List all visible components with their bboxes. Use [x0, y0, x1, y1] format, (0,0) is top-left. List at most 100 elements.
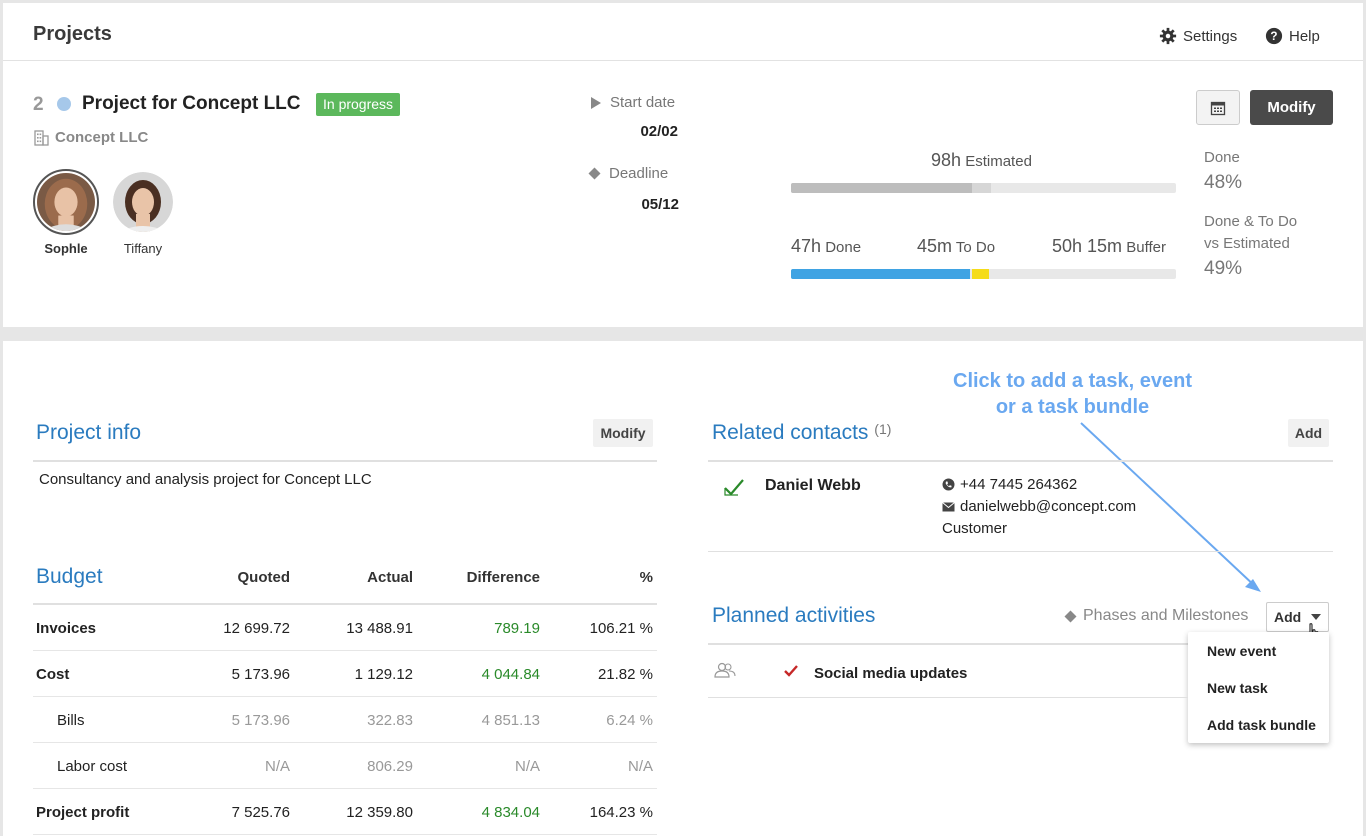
related-contacts-title: Related contacts (1)	[712, 421, 891, 445]
estimated-label: Estimated	[965, 153, 1032, 170]
add-activity-label: Add	[1274, 609, 1302, 625]
estimated-metric: 98h Estimated	[931, 150, 1032, 171]
done-bar-fill	[791, 269, 970, 279]
add-contact-button[interactable]: Add	[1288, 419, 1329, 447]
project-number: 2	[33, 94, 44, 115]
diamond-icon	[1064, 610, 1077, 622]
avatar-image	[37, 173, 95, 231]
contact-name[interactable]: Daniel Webb	[765, 477, 861, 495]
done-todo-label-1: Done & To Do	[1204, 213, 1298, 230]
row-actual: 1 129.12	[354, 666, 413, 683]
todo-metric: 45m To Do	[917, 236, 995, 257]
avatar-sophle[interactable]	[33, 169, 99, 235]
help-link[interactable]: ? Help	[1265, 27, 1320, 45]
phases-label: Phases and Milestones	[1083, 607, 1249, 624]
menu-add-task-bundle[interactable]: Add task bundle	[1207, 717, 1316, 733]
row-actual: 12 359.80	[346, 804, 413, 821]
check-red-icon	[784, 665, 798, 677]
envelope-icon	[942, 501, 955, 511]
settings-label: Settings	[1183, 27, 1238, 45]
avatar-name: Tiffany	[123, 241, 163, 256]
project-color-dot	[57, 97, 71, 111]
budget-col-actual: Actual	[367, 569, 413, 586]
activity-name[interactable]: Social media updates	[814, 665, 967, 682]
budget-row-project-profit: Project profit 7 525.76 12 359.80 4 834.…	[33, 789, 657, 835]
project-name[interactable]: Project for Concept LLC	[82, 93, 301, 115]
section-divider	[0, 327, 1366, 341]
page-title: Projects	[33, 23, 112, 45]
status-badge[interactable]: In progress	[316, 93, 401, 116]
row-actual: 322.83	[367, 712, 413, 729]
todo-bar-fill	[972, 269, 989, 279]
settings-link[interactable]: Settings	[1159, 27, 1237, 45]
avatar-tiffany[interactable]	[113, 172, 173, 232]
related-contacts-label: Related contacts	[712, 421, 869, 444]
project-info-modify-button[interactable]: Modify	[593, 419, 653, 447]
callout-line-2: or a task bundle	[995, 396, 1150, 418]
deadline-text: Deadline	[609, 165, 669, 182]
work-progress-bar	[791, 269, 1176, 279]
deadline-value: 05/12	[641, 196, 679, 213]
estimated-bar-buffer	[972, 183, 991, 193]
users-icon	[714, 662, 736, 678]
row-label: Project profit	[36, 804, 130, 821]
row-difference: 789.19	[494, 620, 540, 637]
add-activity-menu: New event New task Add task bundle	[1188, 632, 1329, 743]
estimated-progress-bar	[791, 183, 1176, 193]
row-label: Bills	[57, 712, 85, 729]
budget-col-quoted: Quoted	[237, 569, 291, 586]
budget-row-labor-cost: Labor cost N/A 806.29 N/A N/A	[33, 743, 657, 789]
row-pct: 106.21 %	[589, 620, 653, 637]
svg-text:?: ?	[1270, 30, 1277, 43]
row-difference: 4 851.13	[481, 712, 540, 729]
row-quoted: 7 525.76	[231, 804, 290, 821]
estimated-bar-fill	[791, 183, 972, 193]
project-description: Consultancy and analysis project for Con…	[39, 471, 372, 488]
section-rule	[33, 460, 657, 462]
help-icon: ?	[1265, 27, 1283, 45]
calendar-button[interactable]	[1196, 90, 1240, 125]
related-contacts-count: (1)	[874, 421, 892, 437]
row-actual: 13 488.91	[346, 620, 413, 637]
building-icon	[34, 129, 49, 146]
done-todo-pct-value: 49%	[1204, 258, 1243, 279]
row-difference: 4 044.84	[481, 666, 540, 683]
contact-phone: +44 7445 264362	[942, 476, 1077, 493]
budget-col-pct: %	[639, 569, 653, 586]
avatar-image	[113, 172, 173, 232]
row-pct: 6.24 %	[606, 712, 653, 729]
start-date-label: Start date	[590, 94, 675, 111]
section-rule	[708, 460, 1333, 462]
phone-icon	[942, 478, 955, 491]
section-rule	[708, 643, 1188, 645]
menu-new-event[interactable]: New event	[1207, 643, 1276, 659]
done-label: Done	[825, 239, 862, 256]
deadline-label: Deadline	[588, 165, 668, 182]
done-pct-label: Done	[1204, 149, 1240, 166]
row-label: Cost	[36, 666, 70, 683]
menu-new-task[interactable]: New task	[1207, 680, 1268, 696]
todo-label: To Do	[955, 239, 996, 256]
row-difference: 4 834.04	[481, 804, 540, 821]
company-name: Concept LLC	[55, 129, 149, 146]
phases-milestones-link[interactable]: Phases and Milestones	[1064, 607, 1248, 625]
budget-row-invoices: Invoices 12 699.72 13 488.91 789.19 106.…	[33, 605, 657, 651]
start-date-value: 02/02	[640, 123, 678, 140]
buffer-metric: 50h 15m Buffer	[1052, 236, 1166, 257]
row-quoted: N/A	[264, 758, 290, 775]
company-link[interactable]: Concept LLC	[34, 129, 148, 146]
done-value: 47h	[791, 236, 822, 256]
row-actual: 806.29	[367, 758, 413, 775]
play-icon	[591, 96, 601, 109]
row-pct: 164.23 %	[589, 804, 653, 821]
row-label: Labor cost	[57, 758, 128, 775]
row-difference: N/A	[514, 758, 540, 775]
section-rule	[708, 551, 1333, 552]
budget-col-difference: Difference	[466, 569, 540, 586]
callout-line-1: Click to add a task, event	[953, 370, 1192, 392]
checkmark-icon	[724, 479, 744, 496]
modify-project-button[interactable]: Modify	[1250, 90, 1333, 125]
done-pct-value: 48%	[1204, 172, 1243, 193]
done-todo-label-2: vs Estimated	[1204, 235, 1290, 252]
contact-email[interactable]: danielwebb@concept.com	[942, 498, 1136, 515]
